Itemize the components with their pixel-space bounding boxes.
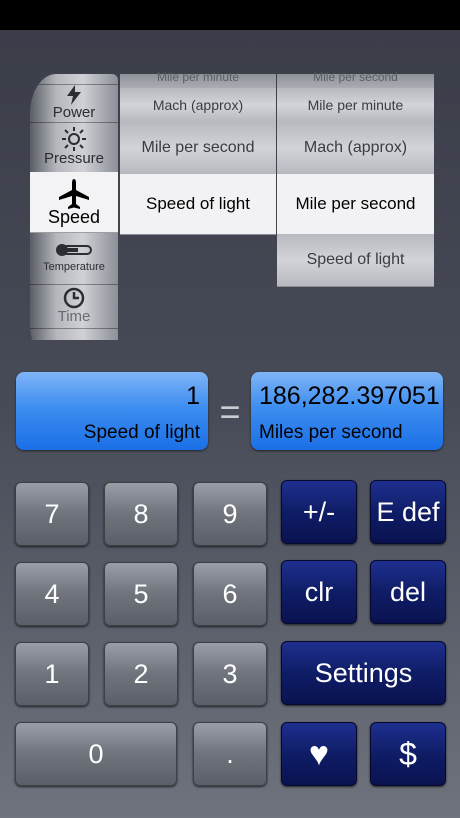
- output-display[interactable]: 186,282.397051 Miles per second: [251, 372, 443, 450]
- equals-sign: =: [219, 391, 241, 432]
- output-unit: Miles per second: [259, 422, 403, 443]
- airplane-icon: [59, 179, 89, 209]
- dollar-button[interactable]: $: [370, 722, 446, 786]
- to-unit-option[interactable]: Mile per minute: [277, 88, 434, 123]
- category-wheel[interactable]: Power Pressure Speed Temperature Time: [30, 74, 118, 340]
- key-4[interactable]: 4: [15, 562, 89, 626]
- from-unit-option[interactable]: Mile per second: [120, 122, 276, 175]
- key-9[interactable]: 9: [193, 482, 267, 546]
- heart-icon[interactable]: ♥: [281, 722, 357, 786]
- to-unit-wheel[interactable]: Mile per second Mile per minute Mach (ap…: [277, 70, 434, 304]
- decimal-point-key[interactable]: .: [193, 722, 267, 786]
- key-3[interactable]: 3: [193, 642, 267, 706]
- thermometer-icon: [56, 244, 92, 256]
- unit-picker[interactable]: Power Pressure Speed Temperature Time Mi…: [0, 30, 460, 340]
- key-7[interactable]: 7: [15, 482, 89, 546]
- gauge-sun-icon: [62, 127, 86, 151]
- delete-button[interactable]: del: [370, 560, 446, 624]
- key-5[interactable]: 5: [104, 562, 178, 626]
- input-value: 1: [186, 382, 200, 410]
- key-8[interactable]: 8: [104, 482, 178, 546]
- key-1[interactable]: 1: [15, 642, 89, 706]
- e-def-button[interactable]: E def: [370, 480, 446, 544]
- category-item-speed[interactable]: Speed: [30, 172, 118, 233]
- category-item-time[interactable]: Time: [30, 284, 118, 329]
- from-unit-option[interactable]: Mach (approx): [120, 88, 276, 123]
- category-item-temperature[interactable]: Temperature: [30, 232, 118, 285]
- key-6[interactable]: 6: [193, 562, 267, 626]
- clock-icon: [63, 287, 85, 309]
- status-bar: [0, 0, 460, 30]
- to-unit-option[interactable]: Mile per second: [277, 70, 434, 89]
- settings-button[interactable]: Settings: [281, 641, 446, 705]
- clear-button[interactable]: clr: [281, 560, 357, 624]
- from-unit-wheel[interactable]: Mile per minute Mach (approx) Mile per s…: [120, 70, 276, 304]
- to-unit-option[interactable]: Speed of light: [277, 234, 434, 287]
- plus-minus-button[interactable]: +/-: [281, 480, 357, 544]
- key-0[interactable]: 0: [15, 722, 177, 786]
- output-value: 186,282.397051: [259, 382, 440, 410]
- from-unit-selected[interactable]: Speed of light: [120, 174, 276, 235]
- to-unit-option[interactable]: Mach (approx): [277, 122, 434, 175]
- input-unit: Speed of light: [83, 422, 200, 443]
- category-item-power[interactable]: Power: [30, 84, 118, 123]
- input-display[interactable]: 1 Speed of light: [16, 372, 208, 450]
- to-unit-selected[interactable]: Mile per second: [277, 174, 434, 235]
- from-unit-option[interactable]: Mile per minute: [120, 70, 276, 89]
- lightning-icon: [67, 85, 81, 105]
- category-item-pressure[interactable]: Pressure: [30, 122, 118, 173]
- key-2[interactable]: 2: [104, 642, 178, 706]
